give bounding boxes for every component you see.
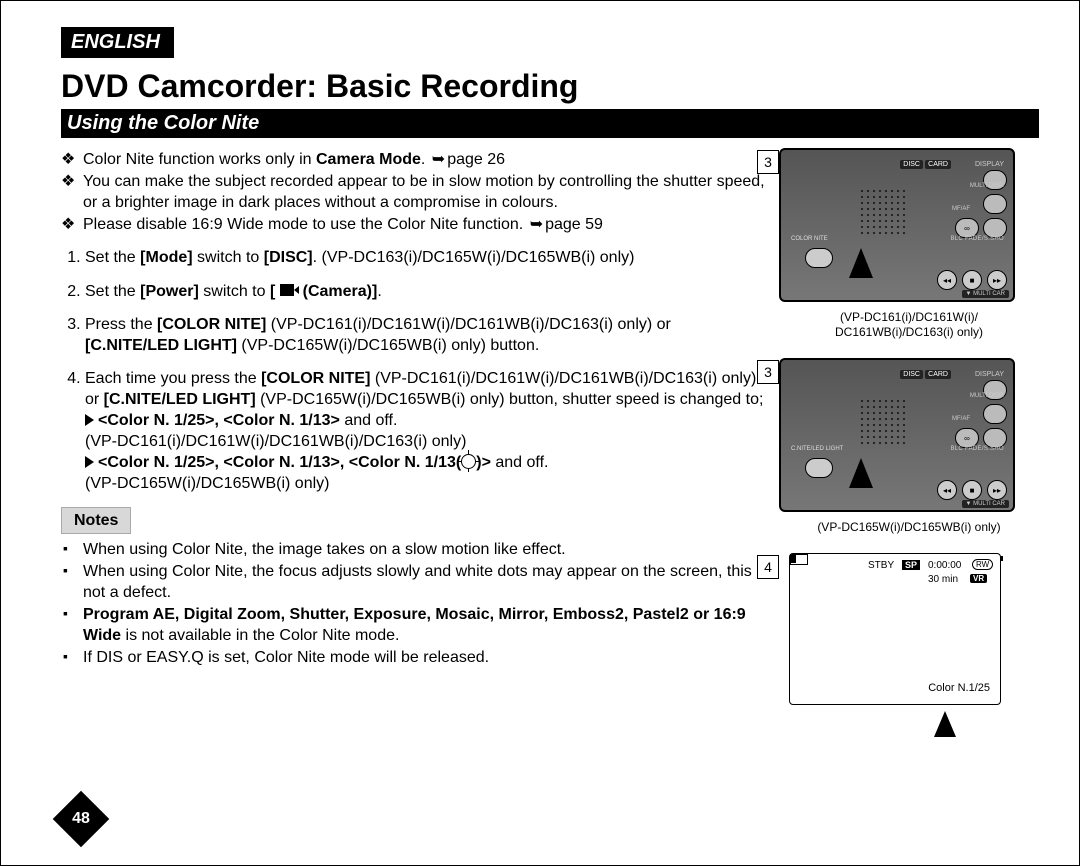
step: Press the [COLOR NITE] (VP-DC161(i)/DC16… bbox=[85, 314, 769, 356]
device-round-button: ▸▸ bbox=[987, 270, 1007, 290]
note-item: Program AE, Digital Zoom, Shutter, Expos… bbox=[83, 604, 769, 646]
page-ref-icon bbox=[528, 216, 545, 233]
osd-color-nite-value: Color N.1/25 bbox=[928, 682, 990, 694]
osd-screen: STBY SP 0:00:00 RW 30 min VR Color N.1/2… bbox=[789, 553, 1001, 705]
pointer-arrow-icon bbox=[849, 248, 873, 278]
color-nite-label: COLOR NITE bbox=[791, 236, 828, 242]
step: Each time you press the [COLOR NITE] (VP… bbox=[85, 368, 769, 495]
card-label: CARD bbox=[925, 370, 951, 379]
device-round-button: ▸▸ bbox=[987, 480, 1007, 500]
multicard-label: ▼ MULTI CAR bbox=[962, 290, 1010, 298]
osd-status: STBY bbox=[868, 560, 894, 571]
pointer-arrow-icon bbox=[849, 458, 873, 488]
disc-label: DISC bbox=[900, 370, 923, 379]
device-button bbox=[983, 194, 1007, 214]
speaker-grille bbox=[859, 188, 909, 238]
device-round-button: ◂◂ bbox=[937, 480, 957, 500]
camera-icon bbox=[280, 284, 294, 296]
body-text: Color Nite function works only in Camera… bbox=[61, 148, 779, 669]
mfaf-label: MF/AF bbox=[949, 205, 973, 213]
cnite-led-button bbox=[805, 458, 833, 478]
osd-remaining: 30 min bbox=[928, 574, 958, 585]
page-number: 48 bbox=[61, 799, 101, 839]
card-label: CARD bbox=[925, 160, 951, 169]
triangle-bullet-icon bbox=[85, 414, 94, 426]
osd-disc-type: RW bbox=[972, 559, 993, 570]
display-label: DISPLAY bbox=[972, 370, 1007, 379]
step-badge: 3 bbox=[757, 150, 779, 174]
color-nite-button bbox=[805, 248, 833, 268]
device-illustration: DISC CARD DISPLAY MULTI DISP. MF/AF ∞ BL… bbox=[779, 358, 1015, 512]
mfaf-label: MF/AF bbox=[949, 415, 973, 423]
figure-device-cnite-led: 3 DISC CARD DISPLAY MULTI DISP. MF/AF ∞ … bbox=[779, 358, 1039, 535]
intro-bullet: Color Nite function works only in Camera… bbox=[83, 149, 769, 170]
intro-bullet: Please disable 16:9 Wide mode to use the… bbox=[83, 214, 769, 235]
figure-device-color-nite: 3 DISC CARD DISPLAY MULTI DISP. MF/AF ∞ … bbox=[779, 148, 1039, 340]
note-item: When using Color Nite, the focus adjusts… bbox=[83, 561, 769, 603]
section-title: Using the Color Nite bbox=[61, 109, 1039, 138]
intro-bullet: You can make the subject recorded appear… bbox=[83, 171, 769, 213]
battery-icon bbox=[790, 554, 808, 565]
multidisp-label: MULTI DISP. bbox=[967, 392, 1007, 400]
page-title: DVD Camcorder: Basic Recording bbox=[61, 68, 1039, 105]
device-illustration: DISC CARD DISPLAY MULTI DISP. MF/AF ∞ BL… bbox=[779, 148, 1015, 302]
pointer-arrow-icon bbox=[934, 711, 956, 737]
multidisp-label: MULTI DISP. bbox=[967, 182, 1007, 190]
step-badge: 4 bbox=[757, 555, 779, 579]
device-button bbox=[983, 404, 1007, 424]
figures-column: 3 DISC CARD DISPLAY MULTI DISP. MF/AF ∞ … bbox=[779, 148, 1039, 723]
notes-label: Notes bbox=[61, 507, 131, 534]
blc-label: BLC FADE/S.SHO bbox=[947, 445, 1007, 453]
osd-vr: VR bbox=[970, 574, 987, 583]
device-round-button: ■ bbox=[962, 480, 982, 500]
triangle-bullet-icon bbox=[85, 456, 94, 468]
speaker-grille bbox=[859, 398, 909, 448]
language-label: ENGLISH bbox=[61, 27, 174, 58]
note-item: When using Color Nite, the image takes o… bbox=[83, 539, 769, 560]
device-round-button: ◂◂ bbox=[937, 270, 957, 290]
disc-label: DISC bbox=[900, 160, 923, 169]
osd-time: 0:00:00 bbox=[928, 560, 961, 571]
step-badge: 3 bbox=[757, 360, 779, 384]
multicard-label: ▼ MULTI CAR bbox=[962, 500, 1010, 508]
page-ref-icon bbox=[430, 151, 447, 168]
light-icon bbox=[461, 454, 476, 469]
figure-osd-screen: 4 STBY SP 0:00:00 RW 30 min VR Color N.1… bbox=[779, 553, 1039, 705]
figure-caption: (VP-DC165W(i)/DC165WB(i) only) bbox=[779, 520, 1039, 535]
blc-label: BLC FADE/S.SHO bbox=[947, 235, 1007, 243]
intro-bullets: Color Nite function works only in Camera… bbox=[61, 149, 769, 235]
device-round-button: ■ bbox=[962, 270, 982, 290]
notes-list: When using Color Nite, the image takes o… bbox=[61, 539, 769, 669]
display-label: DISPLAY bbox=[972, 160, 1007, 169]
osd-quality: SP bbox=[902, 560, 920, 570]
cnite-led-label: C.NITE/LED LIGHT bbox=[791, 446, 843, 452]
note-item: If DIS or EASY.Q is set, Color Nite mode… bbox=[83, 647, 769, 668]
step: Set the [Mode] switch to [DISC]. (VP-DC1… bbox=[85, 247, 769, 268]
figure-caption: (VP-DC161(i)/DC161W(i)/ DC161WB(i)/DC163… bbox=[779, 310, 1039, 340]
step: Set the [Power] switch to [ (Camera)]. bbox=[85, 281, 769, 302]
procedure-steps: Set the [Mode] switch to [DISC]. (VP-DC1… bbox=[61, 247, 769, 494]
